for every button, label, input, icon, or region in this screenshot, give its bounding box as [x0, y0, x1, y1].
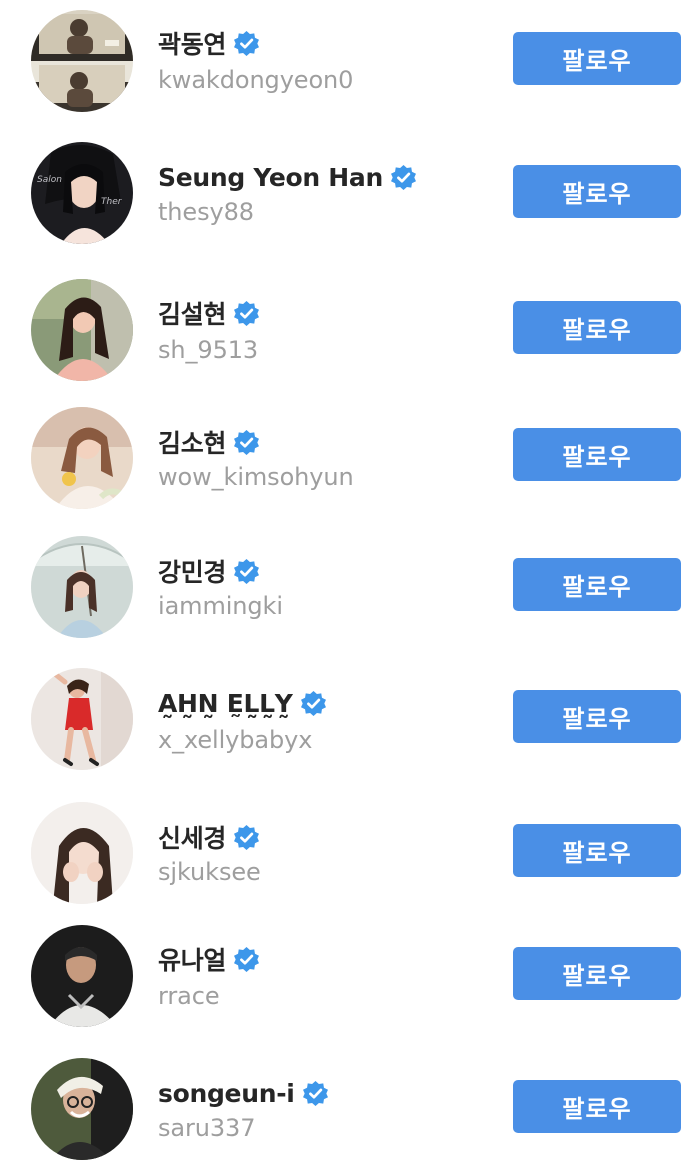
follow-button[interactable]: 팔로우 [513, 947, 681, 1000]
account-handle: saru337 [158, 1114, 256, 1142]
follow-button[interactable]: 팔로우 [513, 690, 681, 743]
account-handle: kwakdongyeon0 [158, 66, 354, 94]
account-handle: iammingki [158, 592, 283, 620]
account-handle: sh_9513 [158, 336, 259, 364]
name-line: 강민경 [158, 554, 260, 588]
avatar[interactable] [31, 536, 133, 638]
name-line: songeun-i [158, 1076, 329, 1110]
svg-text:Salon: Salon [37, 175, 62, 185]
account-handle: thesy88 [158, 198, 254, 226]
follow-button[interactable]: 팔로우 [513, 32, 681, 85]
follow-button[interactable]: 팔로우 [513, 558, 681, 611]
name-line: Seung Yeon Han [158, 160, 417, 194]
verified-badge-icon [233, 558, 260, 585]
account-row[interactable]: 신세경 sjkuksee 팔로우 [0, 789, 700, 919]
name-line: 곽동연 [158, 26, 260, 60]
name-line: 김설현 [158, 296, 260, 330]
follow-button[interactable]: 팔로우 [513, 165, 681, 218]
verified-badge-icon [390, 164, 417, 191]
account-name[interactable]: songeun-i [158, 1079, 295, 1108]
svg-text:Ther: Ther [101, 197, 123, 207]
avatar[interactable] [31, 925, 133, 1027]
follow-button[interactable]: 팔로우 [513, 824, 681, 877]
verified-badge-icon [302, 1080, 329, 1107]
avatar[interactable]: Salon Ther [31, 142, 133, 244]
verified-badge-icon [233, 300, 260, 327]
verified-badge-icon [233, 429, 260, 456]
verified-badge-icon [233, 824, 260, 851]
account-name[interactable]: 김소현 [158, 424, 226, 460]
verified-badge-icon [233, 946, 260, 973]
account-name[interactable]: 김설현 [158, 295, 226, 331]
avatar[interactable] [31, 10, 133, 112]
account-row[interactable]: Salon Ther Seung Yeon Han thesy88 팔로우 [0, 130, 700, 260]
verified-badge-icon [300, 690, 327, 717]
account-row[interactable]: 유나얼 rrace 팔로우 [0, 913, 700, 1043]
account-name[interactable]: 강민경 [158, 553, 226, 589]
account-name[interactable]: A̰H̰N̰ ḚL̰L̰Y̰ [158, 689, 293, 718]
account-row[interactable]: A̰H̰N̰ ḚL̰L̰Y̰ x_xellybabyx 팔로우 [0, 655, 700, 785]
account-row[interactable]: 강민경 iammingki 팔로우 [0, 523, 700, 653]
follow-button[interactable]: 팔로우 [513, 428, 681, 481]
verified-badge-icon [233, 30, 260, 57]
follow-button[interactable]: 팔로우 [513, 301, 681, 354]
account-handle: rrace [158, 982, 220, 1010]
account-name[interactable]: 유나얼 [158, 941, 226, 977]
avatar[interactable] [31, 279, 133, 381]
avatar[interactable] [31, 802, 133, 904]
account-row[interactable]: 곽동연 kwakdongyeon0 팔로우 [0, 0, 700, 130]
name-line: 신세경 [158, 820, 260, 854]
account-handle: sjkuksee [158, 858, 261, 886]
suggested-accounts-list: 곽동연 kwakdongyeon0 팔로우 Salon Ther Seung Y… [0, 0, 700, 1175]
account-name[interactable]: 신세경 [158, 819, 226, 855]
name-line: 김소현 [158, 425, 260, 459]
account-row[interactable]: songeun-i saru337 팔로우 [0, 1045, 700, 1175]
avatar[interactable] [31, 1058, 133, 1160]
avatar[interactable] [31, 668, 133, 770]
account-row[interactable]: 김소현 wow_kimsohyun 팔로우 [0, 394, 700, 524]
follow-button[interactable]: 팔로우 [513, 1080, 681, 1133]
account-name[interactable]: Seung Yeon Han [158, 163, 383, 192]
account-handle: wow_kimsohyun [158, 463, 354, 491]
account-handle: x_xellybabyx [158, 726, 313, 754]
avatar[interactable] [31, 407, 133, 509]
name-line: 유나얼 [158, 942, 260, 976]
name-line: A̰H̰N̰ ḚL̰L̰Y̰ [158, 686, 327, 720]
account-name[interactable]: 곽동연 [158, 25, 226, 61]
account-row[interactable]: 김설현 sh_9513 팔로우 [0, 266, 700, 396]
